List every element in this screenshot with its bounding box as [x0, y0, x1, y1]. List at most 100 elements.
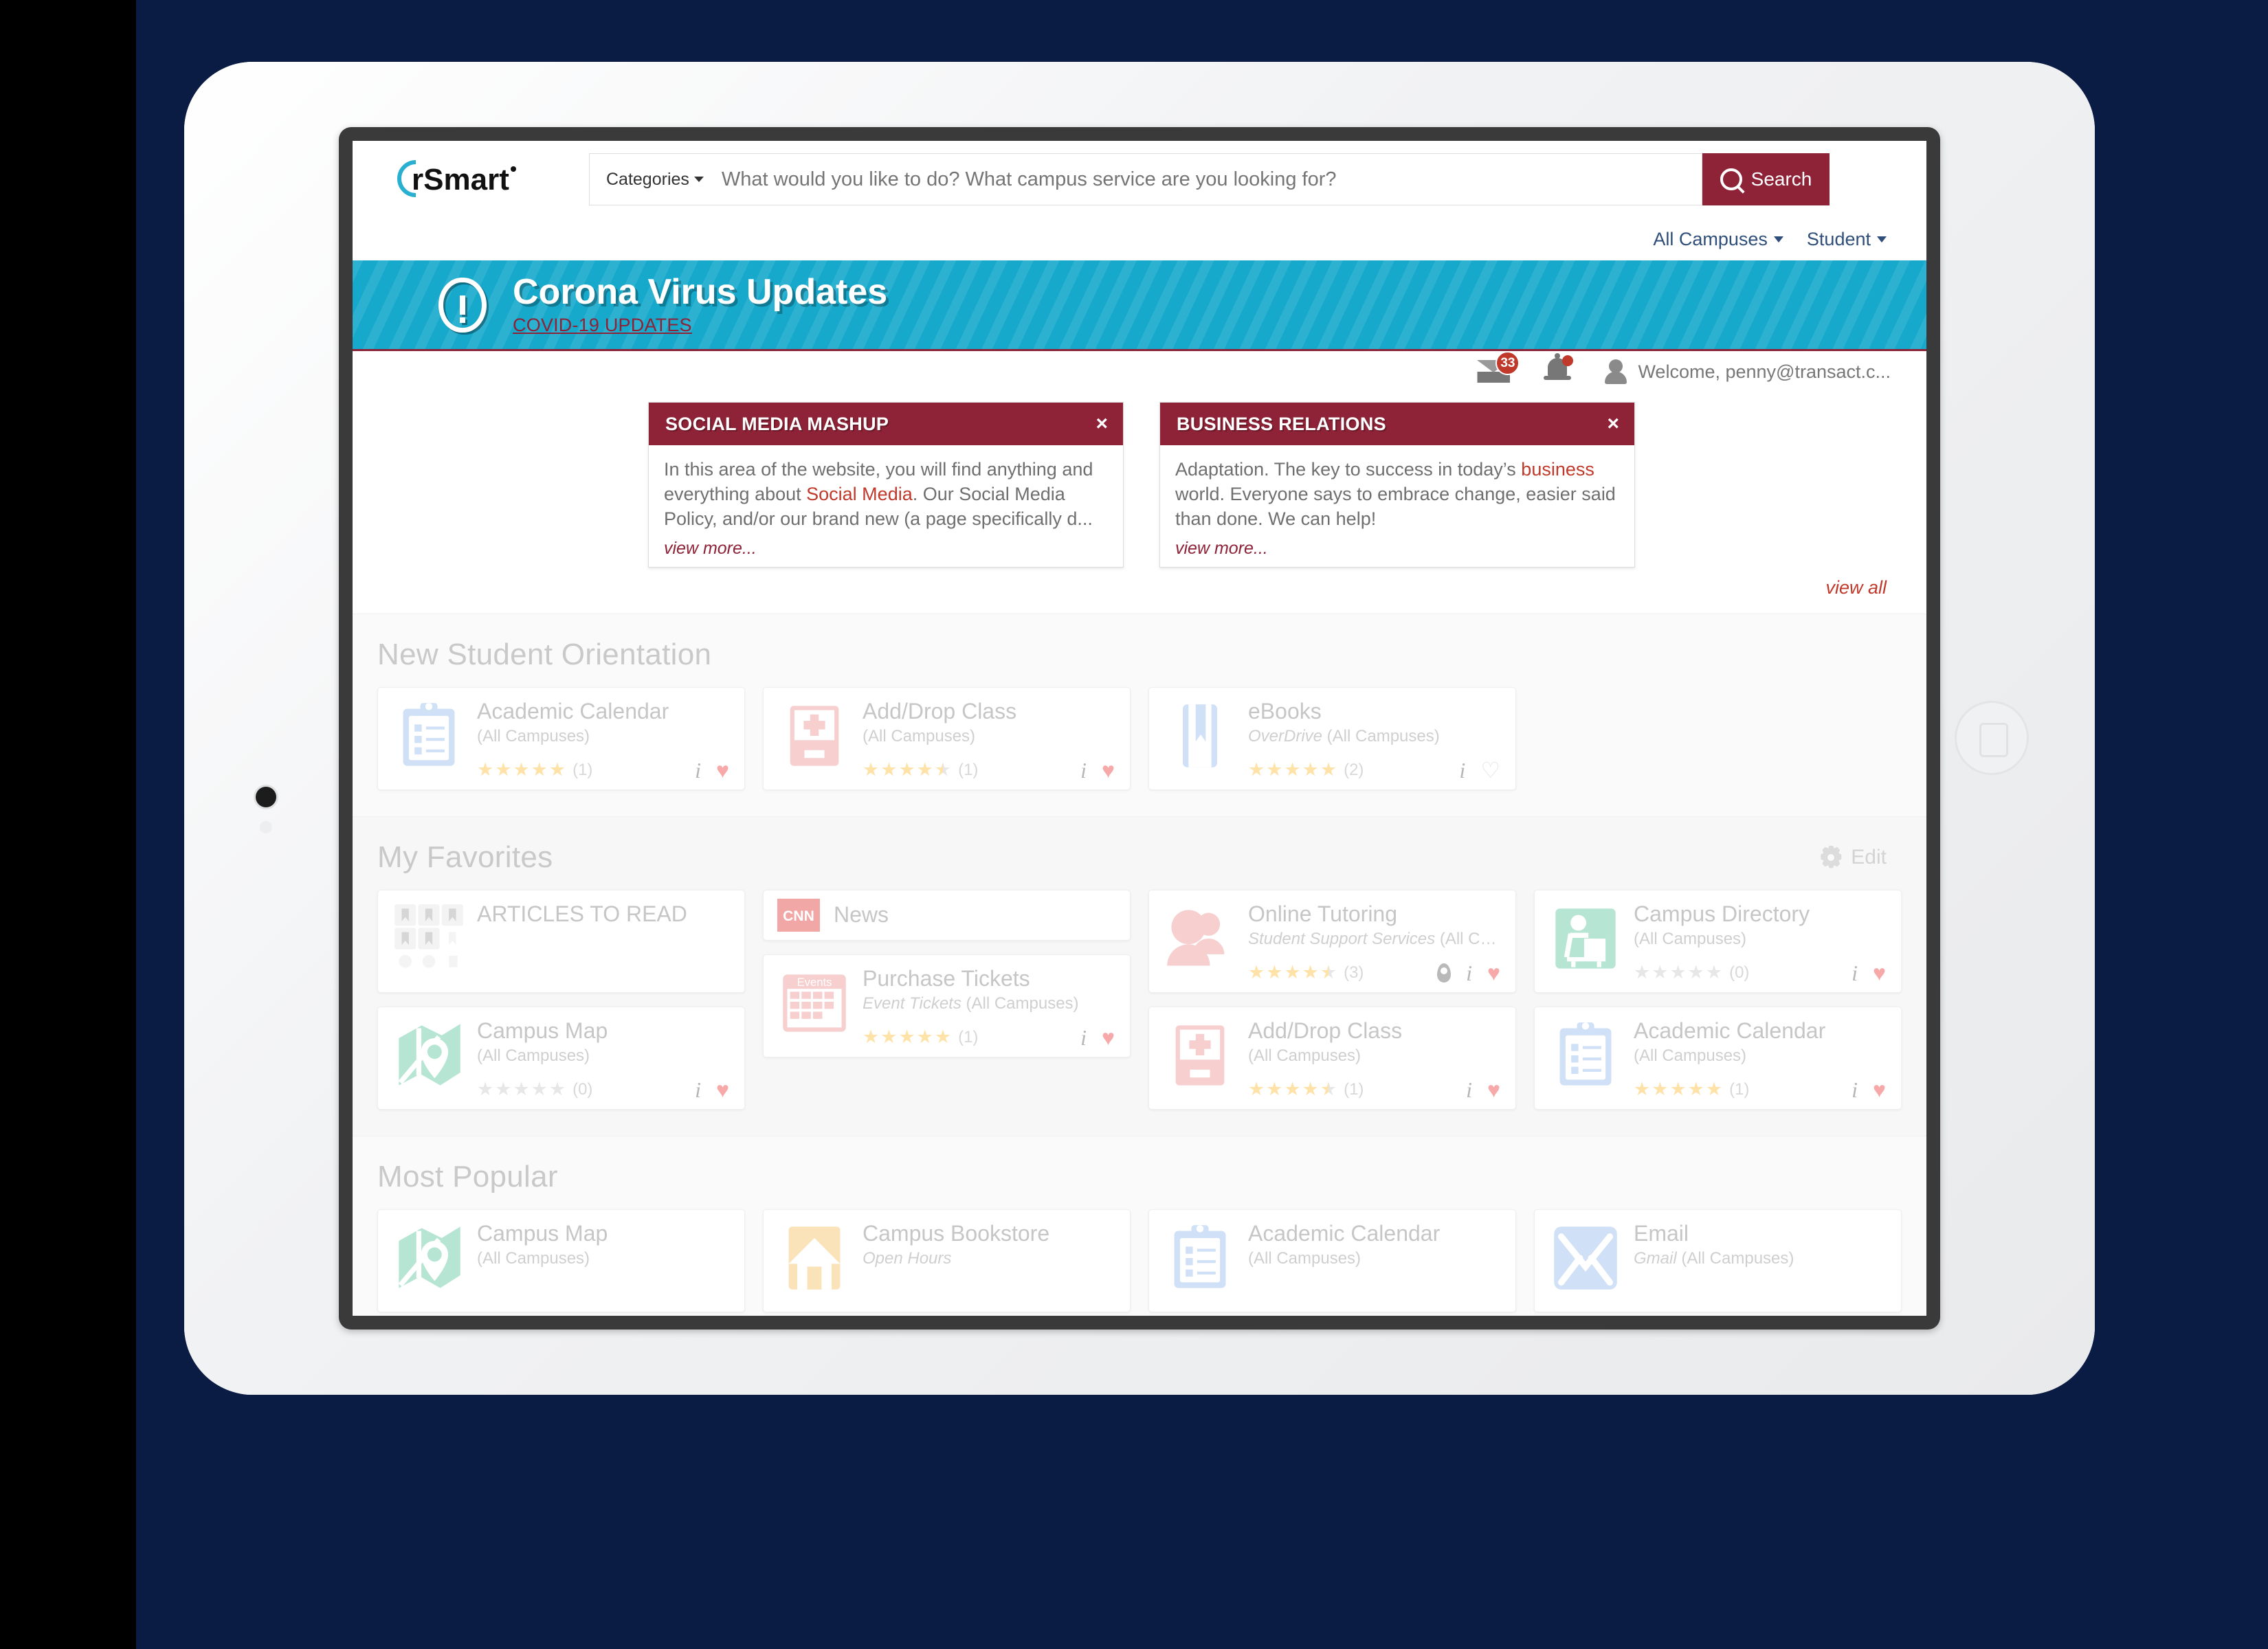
- service-tile[interactable]: Academic Calendar (All Campuses) ★ ★ ★ ★ ★ (1) i…: [377, 686, 745, 790]
- section-header: My Favorites Edit: [353, 840, 1926, 875]
- star-icon: ★: [1652, 1079, 1669, 1100]
- info-icon[interactable]: i: [1466, 962, 1472, 984]
- tile-subtitle: Event Tickets (All Campuses): [863, 994, 1079, 1013]
- covid-banner[interactable]: Corona Virus Updates COVID-19 UPDATES: [353, 260, 1926, 351]
- service-tile[interactable]: CNN News: [763, 889, 1131, 941]
- tile-column: Academic Calendar (All Campuses) ★ ★ ★ ★ ★ (1) i…: [377, 686, 745, 790]
- announcement-body: Adaptation. The key to success in today’…: [1160, 445, 1634, 567]
- section-new-student-orientation: New Student Orientation Academic Calenda…: [353, 613, 1926, 816]
- service-tile[interactable]: Academic Calendar (All Campuses): [1148, 1209, 1516, 1312]
- info-icon[interactable]: i: [1852, 962, 1858, 984]
- service-tile[interactable]: Email Gmail (All Campuses): [1534, 1209, 1902, 1312]
- service-tile[interactable]: Add/Drop Class (All Campuses) ★ ★ ★ ★ ★ (1) i ♥: [1148, 1006, 1516, 1110]
- tile-content: ARTICLES TO READ: [467, 890, 744, 992]
- service-tile[interactable]: ARTICLES TO READ: [377, 889, 745, 993]
- tile-footer: ★ ★ ★ ★ ★ (1) i ♥: [477, 750, 732, 781]
- favorite-heart-icon[interactable]: ♥: [1873, 1079, 1886, 1101]
- service-tile[interactable]: Campus Map (All Campuses): [377, 1209, 745, 1312]
- covid-banner-title: Corona Virus Updates: [513, 271, 888, 312]
- role-selector-label: Student: [1806, 228, 1871, 249]
- chevron-down-icon: [1773, 236, 1783, 243]
- location-pin-icon[interactable]: [1437, 963, 1452, 983]
- favorite-heart-icon[interactable]: ♥: [1102, 759, 1115, 781]
- favorite-heart-icon[interactable]: ♥: [1487, 962, 1500, 984]
- info-icon[interactable]: i: [695, 1079, 701, 1101]
- info-icon[interactable]: i: [1466, 1079, 1472, 1101]
- favorite-heart-icon[interactable]: ♥: [1487, 1079, 1500, 1101]
- tile-column: CNN News Events Purchase Tickets Event Ticke…: [763, 889, 1131, 1057]
- rating-stars: ★ ★ ★ ★ ★: [1634, 1080, 1722, 1099]
- view-more-link[interactable]: view more...: [664, 539, 1108, 559]
- service-tile[interactable]: Campus Directory (All Campuses) ★ ★ ★ ★ ★ (0) i ♥: [1534, 889, 1902, 993]
- section-title: Most Popular: [377, 1159, 558, 1193]
- star-icon: ★: [548, 1079, 566, 1100]
- tile-footer: ★ ★ ★ ★ ★ (2) i ♡: [1248, 750, 1503, 781]
- star-icon: ★: [1248, 1079, 1265, 1100]
- favorite-heart-icon[interactable]: ♥: [716, 759, 729, 781]
- role-selector[interactable]: Student: [1807, 229, 1887, 250]
- section-most-popular: Most Popular Campus Map (All Campuses) Cam…: [353, 1135, 1926, 1316]
- info-icon[interactable]: i: [1459, 759, 1465, 781]
- tile-title: Campus Map: [477, 1220, 608, 1246]
- tile-footer: ★ ★ ★ ★ ★ (1) i ♥: [863, 750, 1118, 781]
- info-icon[interactable]: i: [1080, 1027, 1087, 1048]
- announcement-text-link[interactable]: Social Media: [806, 484, 913, 504]
- tile-footer: ★ ★ ★ ★ ★ (0) i ♥: [1634, 952, 1889, 984]
- covid-updates-link[interactable]: COVID-19 UPDATES: [513, 315, 887, 336]
- announcement-text-post: world. Everyone says to embrace change, …: [1175, 483, 1616, 529]
- service-tile[interactable]: Online Tutoring Student Support Services …: [1148, 889, 1516, 993]
- favorite-heart-icon[interactable]: ♡: [1480, 759, 1500, 781]
- rating-stars: ★ ★ ★ ★ ★: [1248, 1080, 1337, 1099]
- rsmart-logo[interactable]: rSmart: [395, 158, 553, 201]
- view-all-link[interactable]: view all: [1825, 577, 1887, 598]
- service-tile[interactable]: Academic Calendar (All Campuses) ★ ★ ★ ★ ★ (1) i…: [1534, 1006, 1902, 1110]
- service-tile[interactable]: eBooks OverDrive (All Campuses) ★ ★ ★ ★ ★ (2) i ♡: [1148, 686, 1516, 790]
- announcement-text-link[interactable]: business: [1521, 459, 1594, 480]
- search-bar: Categories Search: [589, 153, 1830, 205]
- info-icon[interactable]: i: [1080, 759, 1087, 781]
- info-icon[interactable]: i: [1852, 1079, 1858, 1101]
- service-tile[interactable]: Campus Bookstore Open Hours: [763, 1209, 1131, 1312]
- service-tile[interactable]: Events Purchase Tickets Event Tickets (All…: [763, 954, 1131, 1057]
- favorite-heart-icon[interactable]: ♥: [716, 1079, 729, 1101]
- rating-stars: ★ ★ ★ ★ ★: [1248, 761, 1337, 779]
- categories-dropdown[interactable]: Categories: [590, 170, 704, 190]
- service-tile[interactable]: Campus Map (All Campuses) ★ ★ ★ ★ ★ (0) i ♥: [377, 1006, 745, 1110]
- service-tile[interactable]: Add/Drop Class (All Campuses) ★ ★ ★ ★ ★ (1) i ♥: [763, 686, 1131, 790]
- section-my-favorites: My Favorites Edit ARTICLES TO READ Campus…: [353, 816, 1926, 1136]
- view-more-link[interactable]: view more...: [1175, 539, 1619, 559]
- rating-count: (0): [1729, 963, 1750, 982]
- search-input[interactable]: [703, 167, 1702, 192]
- chevron-down-icon: [1877, 236, 1887, 243]
- popular-tile-grid: Campus Map (All Campuses) Campus Bookstore…: [353, 1194, 1926, 1316]
- svg-text:Events: Events: [797, 976, 832, 989]
- star-icon: ★: [548, 759, 566, 781]
- star-icon: ★: [916, 1027, 933, 1048]
- campus-selector[interactable]: All Campuses: [1653, 229, 1783, 250]
- tile-title: Online Tutoring: [1248, 901, 1398, 926]
- announcement-header: BUSINESS RELATIONS ×: [1160, 403, 1634, 445]
- search-button[interactable]: Search: [1702, 153, 1830, 205]
- favorite-heart-icon[interactable]: ♥: [1102, 1027, 1115, 1048]
- info-icon[interactable]: i: [695, 759, 701, 781]
- star-icon: ★: [1248, 759, 1265, 781]
- notifications-bell-icon[interactable]: [1544, 353, 1574, 385]
- messages-icon[interactable]: 33: [1477, 351, 1520, 383]
- user-menu[interactable]: Welcome, penny@transact.c...: [1605, 359, 1891, 384]
- orientation-tile-grid: Academic Calendar (All Campuses) ★ ★ ★ ★ ★ (1) i…: [353, 672, 1926, 811]
- edit-favorites-button[interactable]: Edit: [1819, 846, 1887, 869]
- tile-subtitle-italic: Student Support Services: [1248, 929, 1436, 948]
- mail-icon: [1547, 1222, 1624, 1299]
- close-icon[interactable]: ×: [1607, 414, 1619, 434]
- covid-banner-text: Corona Virus Updates COVID-19 UPDATES: [513, 273, 887, 337]
- announcement-title: SOCIAL MEDIA MASHUP: [665, 413, 889, 434]
- star-icon: ★: [880, 1027, 898, 1048]
- star-icon: ★: [1284, 962, 1301, 983]
- favorite-heart-icon[interactable]: ♥: [1873, 962, 1886, 984]
- tile-subtitle-italic: Event Tickets: [863, 994, 961, 1013]
- close-icon[interactable]: ×: [1096, 414, 1108, 434]
- tile-column: Campus Directory (All Campuses) ★ ★ ★ ★ ★ (0) i ♥…: [1534, 889, 1902, 1110]
- tile-title: News: [834, 902, 889, 928]
- tile-subtitle: (All Campuses): [477, 726, 590, 745]
- home-button[interactable]: [1955, 701, 2029, 775]
